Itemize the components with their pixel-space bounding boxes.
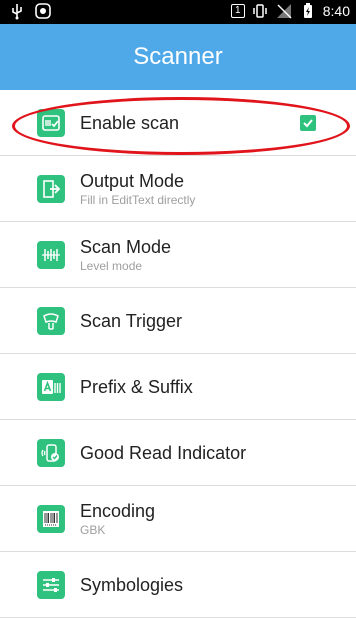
- setting-scan-trigger[interactable]: Scan Trigger: [0, 288, 356, 354]
- app-bar: Scanner: [0, 24, 356, 90]
- setting-label: Scan Mode: [80, 236, 172, 257]
- setting-label: Encoding: [80, 500, 156, 521]
- setting-output-mode[interactable]: Output Mode Fill in EditText directly: [0, 156, 356, 222]
- setting-label: Prefix & Suffix: [80, 376, 193, 397]
- no-signal-icon: [275, 2, 293, 20]
- setting-summary: Level mode: [80, 258, 143, 273]
- sim-slot-badge: 1: [230, 4, 245, 18]
- enable-scan-checkbox[interactable]: [300, 114, 316, 131]
- page-title: Scanner: [133, 43, 223, 70]
- read-indicator-icon: [37, 438, 65, 467]
- barcode-scan-icon: [37, 240, 65, 269]
- prefix-suffix-icon: [37, 372, 65, 401]
- settings-list: Enable scan Output Mode Fill in EditText…: [0, 90, 356, 618]
- symbologies-sliders-icon: [37, 570, 65, 599]
- usb-icon: [8, 2, 26, 20]
- setting-label: Output Mode: [80, 170, 185, 191]
- barcode-encoding-icon: [37, 504, 65, 533]
- android-debug-icon: [34, 2, 52, 20]
- setting-label: Good Read Indicator: [80, 442, 247, 463]
- clock-time: 8:40: [322, 3, 350, 19]
- setting-scan-mode[interactable]: Scan Mode Level mode: [0, 222, 356, 288]
- setting-symbologies[interactable]: Symbologies: [0, 552, 356, 618]
- setting-encoding[interactable]: Encoding GBK: [0, 486, 356, 552]
- setting-label: Symbologies: [80, 574, 184, 595]
- setting-label: Scan Trigger: [80, 310, 183, 331]
- trigger-button-icon: [37, 306, 65, 335]
- status-bar: 1 8:40: [0, 0, 356, 24]
- vibrate-icon: [251, 2, 269, 20]
- scanner-check-icon: [37, 108, 65, 137]
- setting-summary: Fill in EditText directly: [80, 192, 196, 207]
- setting-summary: GBK: [80, 522, 106, 537]
- output-arrow-icon: [37, 174, 65, 203]
- setting-label: Enable scan: [80, 112, 180, 133]
- setting-enable-scan[interactable]: Enable scan: [0, 90, 356, 156]
- battery-charging-icon: [299, 2, 317, 20]
- setting-good-read-indicator[interactable]: Good Read Indicator: [0, 420, 356, 486]
- setting-prefix-suffix[interactable]: Prefix & Suffix: [0, 354, 356, 420]
